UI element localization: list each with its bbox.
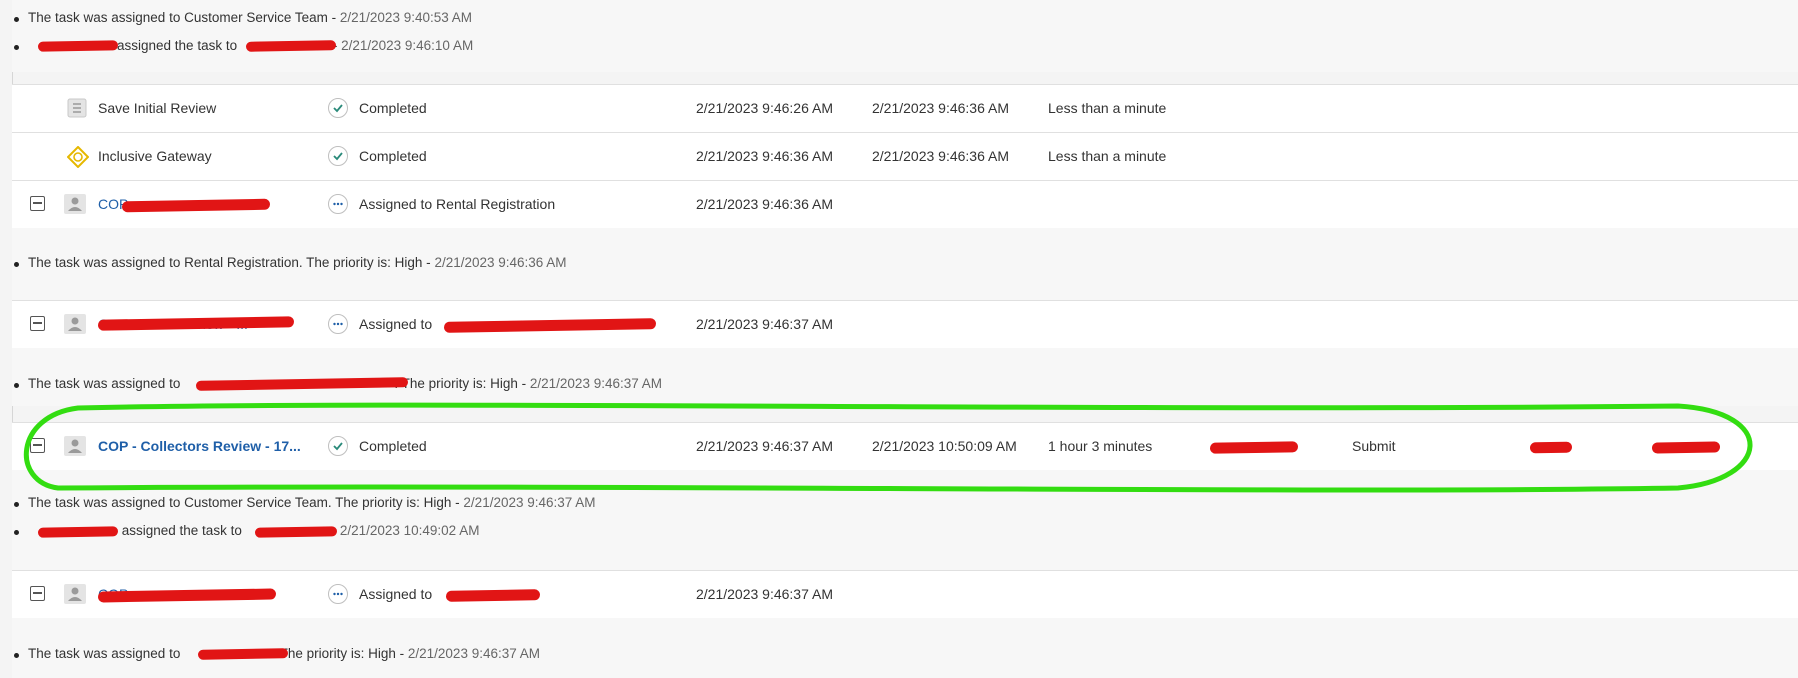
start-time: 2/21/2023 9:46:37 AM	[696, 586, 833, 602]
start-time: 2/21/2023 9:46:26 AM	[696, 100, 833, 116]
note-item: The task was assigned to Customer Servic…	[14, 10, 472, 25]
end-time: 2/21/2023 9:46:36 AM	[872, 148, 1009, 164]
note-item: The task was assigned to Customer Servic…	[14, 495, 596, 510]
table-row[interactable]: Inclusive Gateway Completed 2/21/2023 9:…	[12, 132, 1798, 181]
redaction-mark	[445, 589, 541, 602]
note-item: The task was assigned to Rental Registra…	[14, 255, 567, 270]
table-row[interactable]: COP - ... Assigned to 2/21/2023 9:46:37 …	[12, 570, 1798, 619]
more-icon	[328, 314, 348, 334]
completed-check-icon	[328, 436, 348, 456]
task-status: Assigned to	[359, 586, 433, 602]
task-status: Assigned to Rental Registration	[359, 196, 556, 212]
redaction-mark	[97, 588, 277, 603]
more-icon	[328, 584, 348, 604]
redaction-mark	[37, 40, 119, 52]
user-task-icon	[64, 584, 86, 604]
task-status: Assigned to	[359, 316, 433, 332]
action: Submit	[1352, 438, 1396, 454]
script-task-icon	[67, 98, 87, 121]
redaction-mark	[245, 40, 337, 52]
completed-check-icon	[328, 98, 348, 118]
more-icon	[328, 194, 348, 214]
start-time: 2/21/2023 9:46:37 AM	[696, 438, 833, 454]
task-link[interactable]: COP - Collectors Review - 17...	[98, 423, 301, 470]
completed-check-icon	[328, 146, 348, 166]
end-time: 2/21/2023 10:50:09 AM	[872, 438, 1017, 454]
task-status: Completed	[359, 148, 427, 164]
table-row[interactable]: COP - Code Review - ... Assigned to 2/21…	[12, 300, 1798, 349]
notes-block: The task was assigned to Rental Registra…	[12, 228, 1798, 300]
collapse-toggle-icon[interactable]	[30, 316, 45, 331]
gateway-icon	[66, 145, 90, 171]
duration: 1 hour 3 minutes	[1048, 438, 1153, 454]
redaction-mark	[37, 526, 119, 538]
redaction-mark	[1529, 441, 1573, 454]
notes-block: The task was assigned to. The priority i…	[12, 618, 1798, 678]
redaction-mark	[1209, 441, 1299, 454]
user-task-icon	[64, 194, 86, 214]
table-row[interactable]: Save Initial Review Completed 2/21/2023 …	[12, 84, 1798, 133]
duration: Less than a minute	[1048, 100, 1167, 116]
redaction-mark	[443, 318, 657, 333]
end-time: 2/21/2023 9:46:36 AM	[872, 100, 1009, 116]
redaction-mark	[254, 526, 338, 538]
collapse-toggle-icon[interactable]	[30, 438, 45, 453]
table-row[interactable]: COP - Collectors Review - 17... Complete…	[12, 422, 1798, 471]
notes-block: The task was assigned to Customer Servic…	[12, 0, 1798, 72]
collapse-toggle-icon[interactable]	[30, 196, 45, 211]
task-status: Completed	[359, 100, 427, 116]
task-name: Inclusive Gateway	[98, 148, 212, 164]
collapse-toggle-icon[interactable]	[30, 586, 45, 601]
user-task-icon	[64, 436, 86, 456]
start-time: 2/21/2023 9:46:36 AM	[696, 196, 833, 212]
task-status: Completed	[359, 438, 427, 454]
start-time: 2/21/2023 9:46:37 AM	[696, 316, 833, 332]
start-time: 2/21/2023 9:46:36 AM	[696, 148, 833, 164]
task-name: Save Initial Review	[98, 100, 217, 116]
redaction-mark	[97, 316, 295, 331]
duration: Less than a minute	[1048, 148, 1167, 164]
notes-block: The task was assigned to. The priority i…	[12, 348, 1798, 406]
notes-block: The task was assigned to Customer Servic…	[12, 470, 1798, 570]
user-task-icon	[64, 314, 86, 334]
table-row[interactable]: COP - ... Assigned to Rental Registratio…	[12, 180, 1798, 229]
redaction-mark	[1651, 441, 1721, 454]
redaction-mark	[121, 198, 271, 213]
redaction-mark	[197, 648, 289, 660]
